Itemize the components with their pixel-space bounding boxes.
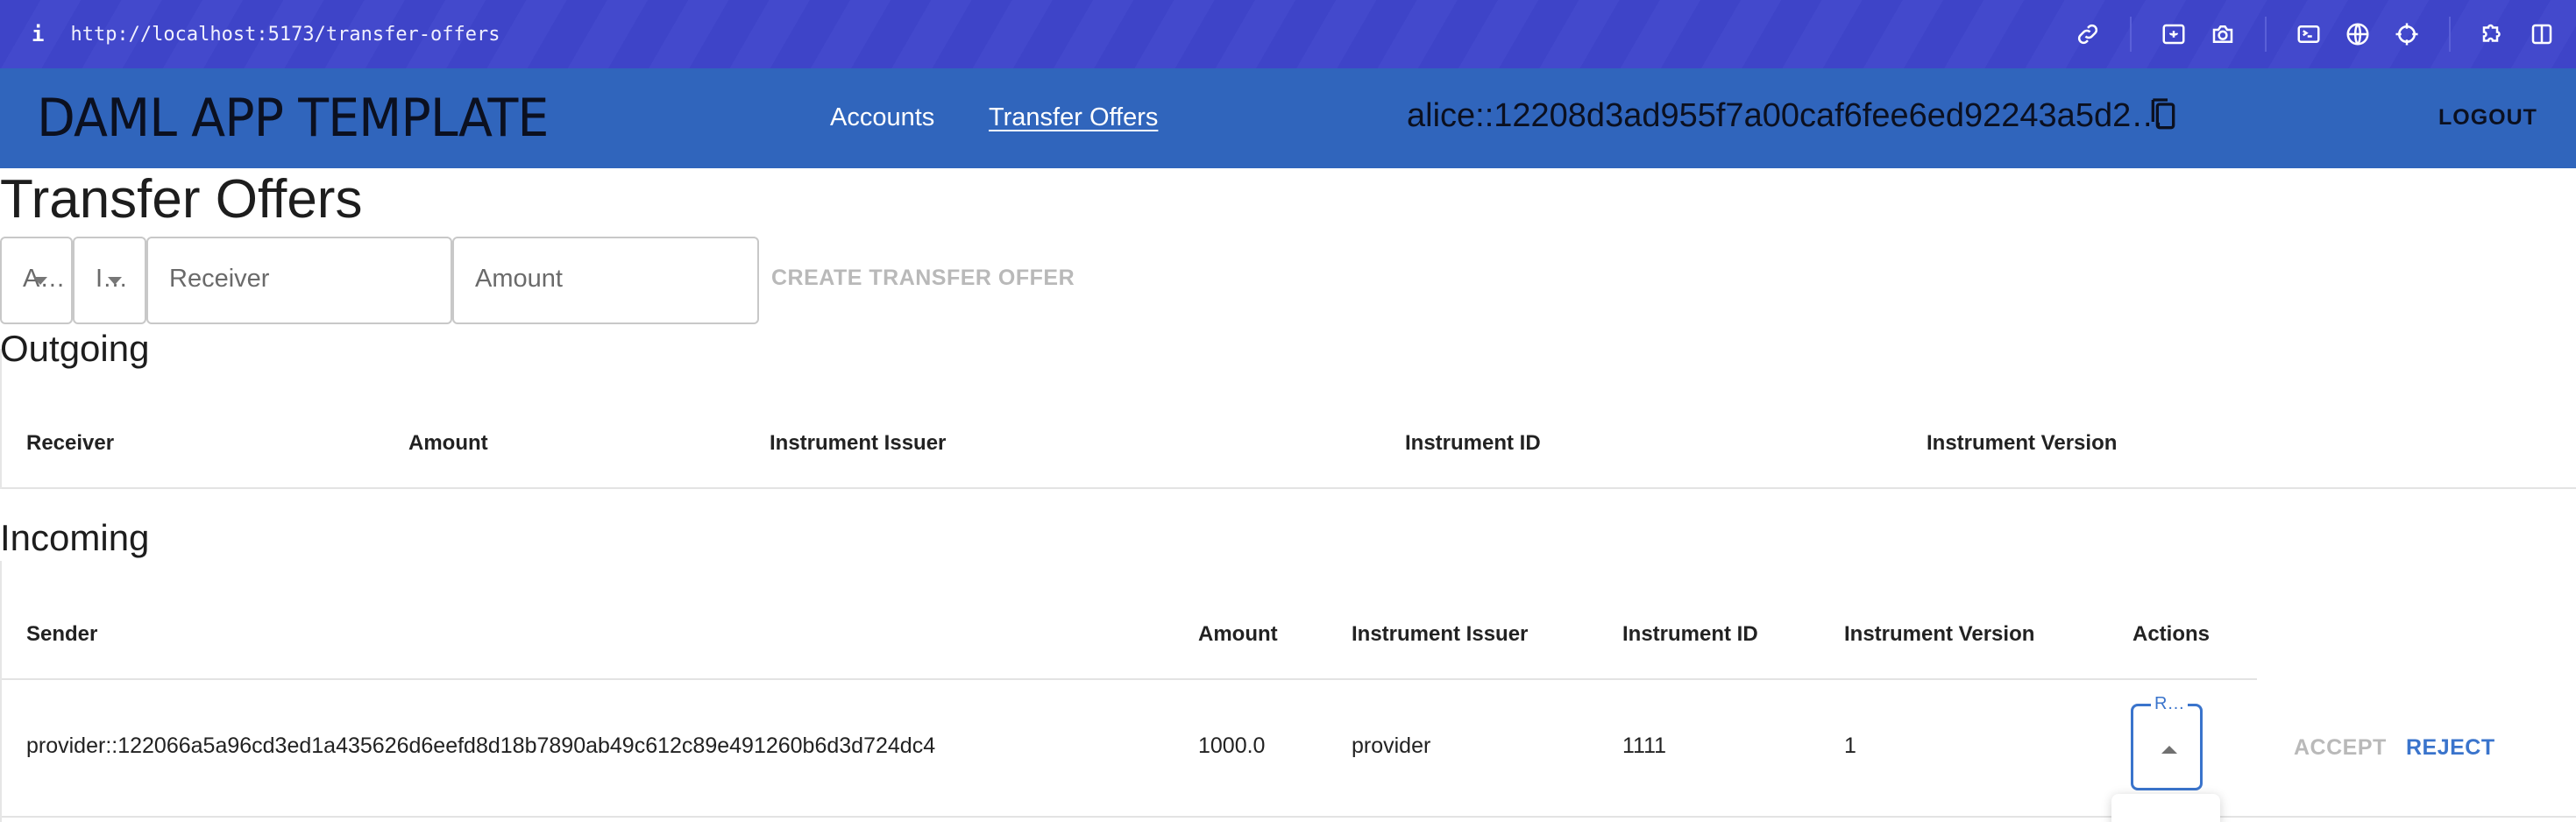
account-action-select[interactable]: R… <box>2131 694 2203 790</box>
amount-placeholder: Amount <box>475 265 563 293</box>
party-id: alice::12208d3ad955f7a00caf6fee6ed92243a… <box>1407 97 2165 134</box>
column-header: Instrument ID <box>1405 431 1541 455</box>
sender-cell: provider::122066a5a96cd3ed1a435626d6eefd… <box>26 733 936 758</box>
chevron-down-icon <box>33 277 47 285</box>
link-icon[interactable] <box>2073 19 2103 49</box>
receiver-input[interactable]: Receiver <box>146 237 452 324</box>
issuer-cell: provider <box>1352 733 1431 758</box>
column-header: Sender <box>26 622 98 646</box>
copy-icon[interactable] <box>2146 95 2181 131</box>
toolbar-divider <box>2265 17 2267 52</box>
column-header: Receiver <box>26 431 115 455</box>
split-view-icon[interactable] <box>2527 19 2557 49</box>
instrument-version-cell: 1 <box>1844 733 1856 758</box>
accept-button[interactable]: ACCEPT <box>2294 735 2387 761</box>
select-menu-popup[interactable] <box>2111 794 2220 822</box>
puzzle-icon[interactable] <box>2478 19 2508 49</box>
image-icon[interactable] <box>2159 19 2189 49</box>
chevron-down-icon <box>108 277 122 285</box>
browser-toolbar: i http://localhost:5173/transfer-offers <box>0 0 2576 68</box>
amount-input[interactable]: Amount <box>452 237 759 324</box>
browser-icon-group <box>2063 0 2576 68</box>
header-divider <box>2 678 2257 680</box>
toolbar-divider <box>2130 17 2132 52</box>
terminal-icon[interactable] <box>2294 19 2324 49</box>
create-transfer-offer-button[interactable]: CREATE TRANSFER OFFER <box>771 266 1075 291</box>
app-title: DAML APP TEMPLATE <box>37 88 549 149</box>
column-header: Instrument Version <box>1927 431 2118 455</box>
app-header: DAML APP TEMPLATE Accounts Transfer Offe… <box>0 68 2576 168</box>
account-select[interactable]: A… <box>0 237 73 324</box>
globe-icon[interactable] <box>2343 19 2373 49</box>
amount-cell: 1000.0 <box>1198 733 1266 758</box>
crosshair-icon[interactable] <box>2392 19 2422 49</box>
column-header: Amount <box>1198 622 1278 646</box>
receiver-placeholder: Receiver <box>169 265 270 293</box>
header-divider <box>2 487 2576 489</box>
address-bar[interactable]: http://localhost:5173/transfer-offers <box>70 24 500 46</box>
instrument-id-cell: 1111 <box>1622 733 1667 758</box>
column-header: Instrument Version <box>1844 622 2035 646</box>
column-header: Instrument Issuer <box>770 431 947 455</box>
toolbar-divider <box>2449 17 2451 52</box>
outgoing-table: Receiver Amount Instrument Issuer Instru… <box>0 349 2576 489</box>
action-select-label: R… <box>2151 694 2189 714</box>
nav-transfer-offers[interactable]: Transfer Offers <box>989 103 1158 132</box>
logout-button[interactable]: LOGOUT <box>2438 105 2537 131</box>
reject-button[interactable]: REJECT <box>2406 735 2495 761</box>
column-header: Amount <box>408 431 488 455</box>
column-header: Instrument Issuer <box>1352 622 1529 646</box>
nav-accounts[interactable]: Accounts <box>830 103 934 132</box>
page-title: Transfer Offers <box>0 169 363 230</box>
site-info-icon[interactable]: i <box>32 22 44 46</box>
instrument-select[interactable]: I… <box>73 237 146 324</box>
camera-icon[interactable] <box>2208 19 2238 49</box>
incoming-title: Incoming <box>0 517 150 558</box>
chevron-up-icon <box>2161 746 2177 754</box>
column-header: Instrument ID <box>1622 622 1758 646</box>
column-header: Actions <box>2132 622 2211 646</box>
